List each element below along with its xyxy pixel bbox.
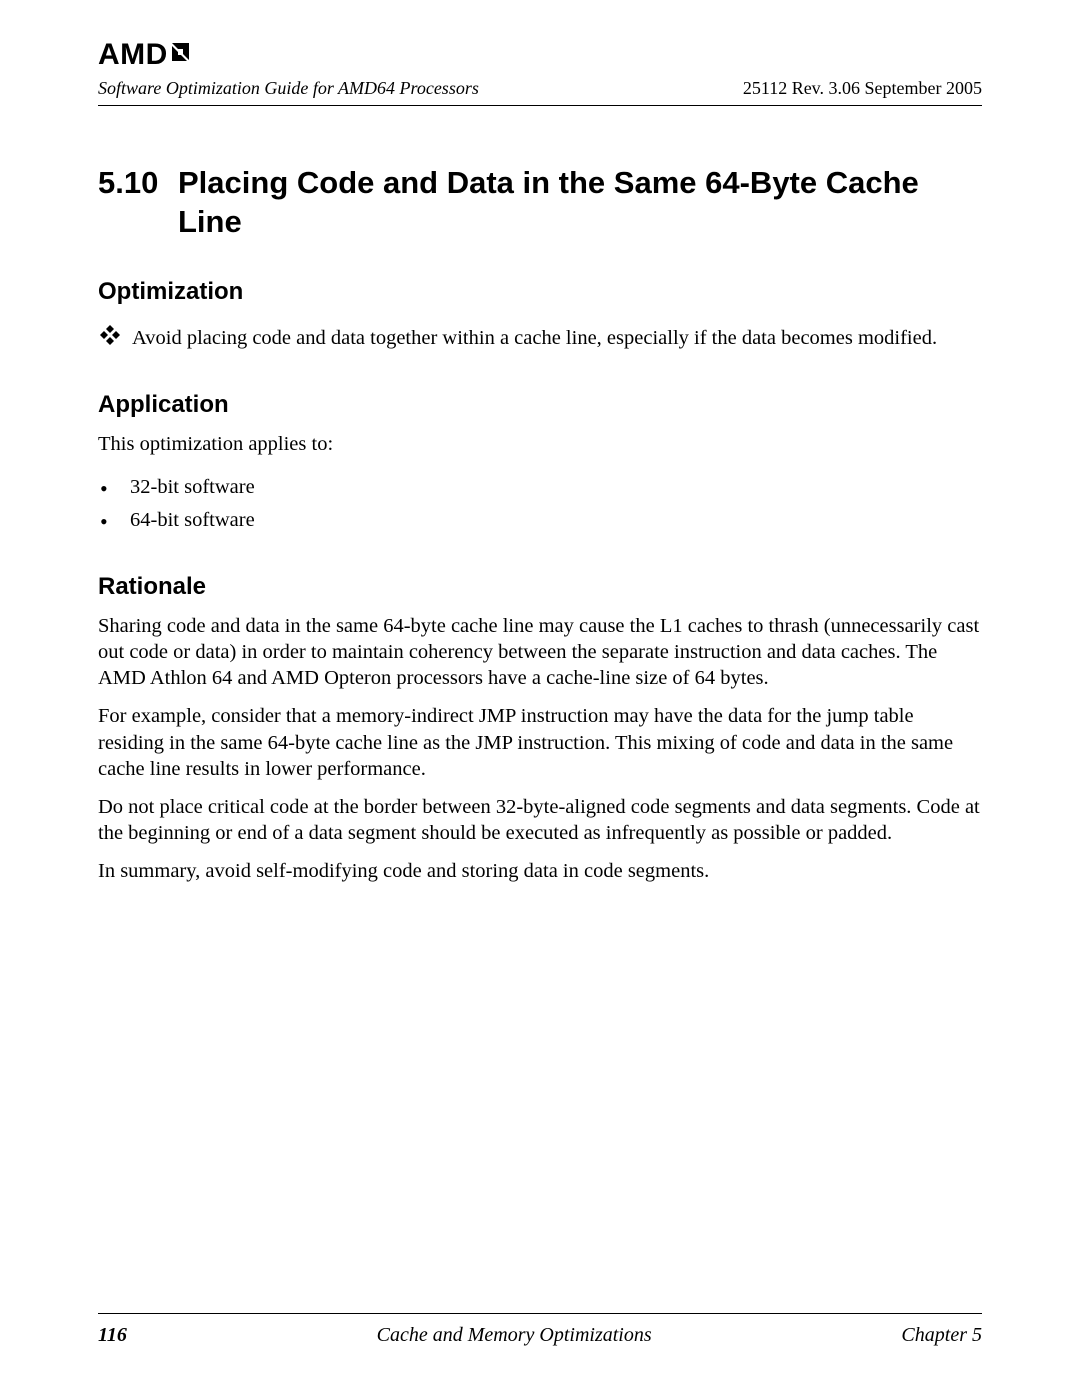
page-footer: 116 Cache and Memory Optimizations Chapt… <box>98 1313 982 1347</box>
footer-rule <box>98 1313 982 1314</box>
section-heading: 5.10 Placing Code and Data in the Same 6… <box>98 164 982 242</box>
amd-logo-arrow-icon <box>169 38 195 72</box>
footer-chapter: Chapter 5 <box>901 1324 982 1347</box>
application-list: 32-bit software 64-bit software <box>98 471 982 537</box>
header-row: Software Optimization Guide for AMD64 Pr… <box>98 78 982 99</box>
list-item: 64-bit software <box>98 504 982 537</box>
footer-title: Cache and Memory Optimizations <box>377 1324 652 1347</box>
rationale-heading: Rationale <box>98 573 982 601</box>
amd-logo: AMD <box>98 38 982 72</box>
page-number: 116 <box>98 1324 127 1347</box>
application-heading: Application <box>98 391 982 419</box>
doc-title: Software Optimization Guide for AMD64 Pr… <box>98 78 479 99</box>
header-rule <box>98 105 982 106</box>
footer-row: 116 Cache and Memory Optimizations Chapt… <box>98 1324 982 1347</box>
doc-meta: 25112 Rev. 3.06 September 2005 <box>743 78 982 99</box>
diamond-bullet-icon <box>98 324 122 355</box>
amd-logo-text: AMD <box>98 38 168 72</box>
page: AMD Software Optimization Guide for AMD6… <box>0 0 1080 1397</box>
rationale-paragraph: In summary, avoid self-modifying code an… <box>98 858 982 884</box>
list-item: 32-bit software <box>98 471 982 504</box>
section-number: 5.10 <box>98 164 178 242</box>
section-title: Placing Code and Data in the Same 64-Byt… <box>178 164 982 242</box>
optimization-paragraph: Avoid placing code and data together wit… <box>98 324 982 355</box>
optimization-heading: Optimization <box>98 278 982 306</box>
rationale-paragraph: Do not place critical code at the border… <box>98 794 982 846</box>
optimization-text: Avoid placing code and data together wit… <box>132 327 937 349</box>
rationale-paragraph: For example, consider that a memory-indi… <box>98 703 982 782</box>
application-intro: This optimization applies to: <box>98 431 982 457</box>
rationale-paragraph: Sharing code and data in the same 64-byt… <box>98 613 982 692</box>
